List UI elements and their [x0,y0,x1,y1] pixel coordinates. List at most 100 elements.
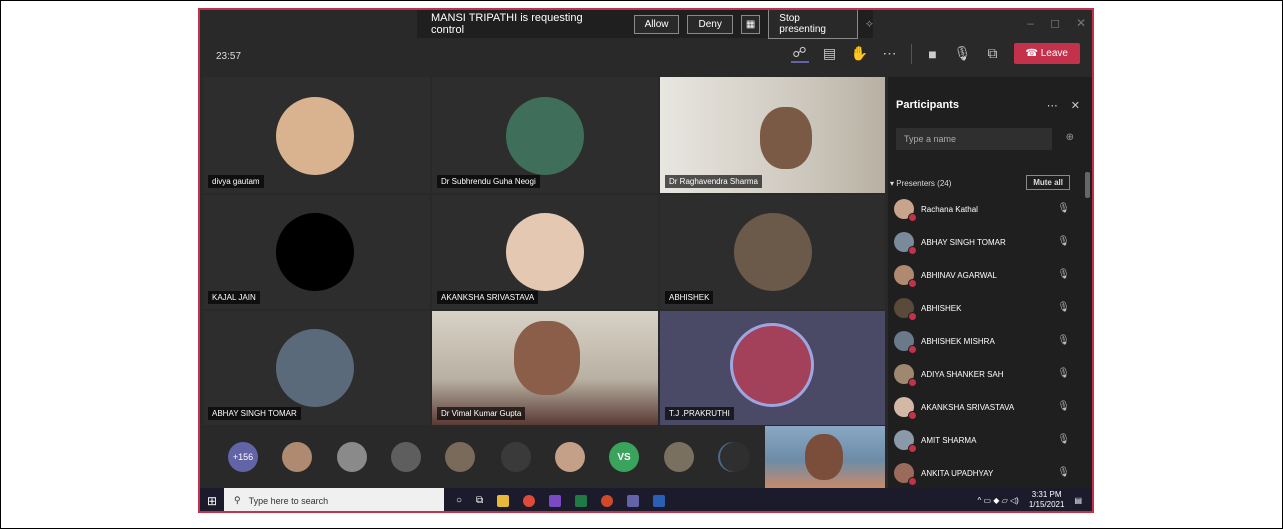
control-request-bar: MANSI TRIPATHI is requesting control All… [417,10,873,39]
raise-hand-icon[interactable]: ✋ [851,45,869,62]
participant-row[interactable]: ANKITA UPADHYAY 🎙 [894,463,1070,486]
participant-row[interactable]: ABHISHEK MISHRA 🎙 [894,331,1070,354]
avatar[interactable] [391,442,421,472]
mic-muted-icon: 🎙 [1057,434,1070,445]
avatar [506,97,584,175]
participants-icon[interactable]: ☍ [790,44,809,63]
notifications-icon[interactable]: ▤ [1074,496,1082,505]
status-dot [908,279,917,288]
excel-icon[interactable] [575,494,588,507]
search-icon: ⚲ [234,495,241,505]
avatar[interactable] [445,442,475,472]
participant-name: KAJAL JAIN [208,291,260,304]
participant-row[interactable]: AMIT SHARMA 🎙 [894,430,1070,453]
leave-label: Leave [1040,48,1068,59]
allow-button[interactable]: Allow [633,14,680,34]
close-panel-icon[interactable]: ✕ [1071,100,1080,112]
teams-window: MANSI TRIPATHI is requesting control All… [198,8,1094,513]
avatar[interactable] [664,442,694,472]
participant-row[interactable]: ADIYA SHANKER SAH 🎙 [894,364,1070,387]
video-tile[interactable]: ABHAY SINGH TOMAR [203,311,430,425]
participant-name: ABHISHEK MISHRA [921,337,995,346]
status-dot [908,312,917,321]
video-tile[interactable]: KAJAL JAIN [203,195,430,309]
windows-start-icon[interactable]: ⊞ [200,494,224,508]
participant-row[interactable]: ABHINAV AGARWAL 🎙 [894,265,1070,288]
system-tray: ^ ▭ ◆ ▱ ◁) 3:31 PM 1/15/2021 ▤ [978,490,1082,510]
avatar [276,329,354,407]
more-options-icon[interactable]: ⋯ [1047,100,1058,112]
share-invite-icon[interactable]: ⊕ [1066,132,1074,143]
chat-icon[interactable]: ▤ [821,45,839,62]
teams-icon[interactable] [627,494,640,507]
participant-name: ABHAY SINGH TOMAR [208,407,301,420]
participant-search-input[interactable]: Type a name [896,128,1052,150]
minimize-icon[interactable]: – [1027,16,1034,30]
meeting-toolbar: 23:57 ☍ ▤ ✋ ⋯ ■ 🎙 ⧉ ☎ Leave [200,38,1092,76]
participant-name: ABHISHEK [665,291,714,304]
video-tile[interactable]: Dr Subhrendu Guha Neogi [432,77,658,193]
task-view-icon[interactable]: ⧉ [476,495,483,506]
presenters-label[interactable]: ▾ Presenters (24) [890,179,951,188]
tray-icons[interactable]: ^ ▭ ◆ ▱ ◁) [978,496,1019,505]
video-tile[interactable]: Dr Vimal Kumar Gupta [432,311,658,425]
mic-muted-icon: 🎙 [1057,401,1070,412]
clock[interactable]: 3:31 PM 1/15/2021 [1029,490,1065,510]
file-explorer-icon[interactable] [497,494,510,507]
presenters-label-text: Presenters (24) [896,179,952,188]
mute-all-button[interactable]: Mute all [1026,175,1070,190]
participant-name: ABHISHEK [921,304,962,313]
more-actions-icon[interactable]: ⋯ [881,45,899,62]
status-dot [908,444,917,453]
participant-row[interactable]: AKANKSHA SRIVASTAVA 🎙 [894,397,1070,420]
video-tile[interactable]: Dr Raghavendra Sharma [660,77,885,193]
avatar[interactable] [555,442,585,472]
participant-row[interactable]: ABHISHEK 🎙 [894,298,1070,321]
avatar [276,213,354,291]
word-icon[interactable] [653,494,666,507]
avatar [514,321,580,395]
avatar [805,434,843,480]
more-participants-badge[interactable]: +156 [228,442,258,472]
avatar[interactable] [720,442,750,472]
share-tray-icon[interactable]: ⧉ [984,45,1002,62]
leave-button[interactable]: ☎ Leave [1013,43,1080,64]
participant-row[interactable]: ABHAY SINGH TOMAR 🎙 [894,232,1070,255]
status-dot [908,411,917,420]
mic-muted-icon[interactable]: 🎙 [954,45,972,62]
deny-button[interactable]: Deny [687,14,733,34]
windows-taskbar: ⊞ ⚲ Type here to search ○ ⧉ ^ ▭ ◆ ▱ ◁) 3… [200,488,1092,511]
chrome-icon[interactable] [523,494,536,507]
cortana-icon[interactable]: ○ [456,495,462,506]
avatar[interactable] [337,442,367,472]
status-dot [908,477,917,486]
participant-name: ABHAY SINGH TOMAR [921,238,1006,247]
mic-muted-icon: 🎙 [1057,335,1070,346]
avatar[interactable] [282,442,312,472]
mic-muted-icon: 🎙 [1057,269,1070,280]
video-grid: divya gautam Dr Subhrendu Guha Neogi Dr … [203,77,885,425]
maximize-icon[interactable]: ◻ [1050,16,1060,30]
avatar[interactable] [501,442,531,472]
collapse-icon[interactable]: ⟡ [866,18,873,31]
video-tile[interactable]: ABHISHEK [660,195,885,309]
initials-avatar[interactable]: VS [609,442,639,472]
video-tile[interactable]: AKANKSHA SRIVASTAVA [432,195,658,309]
powerpoint-icon[interactable] [601,494,614,507]
scrollbar[interactable] [1085,172,1090,198]
participants-panel: Participants ⋯ ✕ Type a name ⊕ ▾ Present… [888,77,1092,488]
video-tile[interactable]: T.J .PRAKRUTHI [660,311,885,425]
panel-title: Participants [896,99,959,111]
camera-icon[interactable]: ■ [924,46,942,62]
participant-row[interactable]: Rachana Kathal 🎙 [894,199,1070,222]
close-icon[interactable]: ✕ [1076,16,1086,30]
participant-name: ANKITA UPADHYAY [921,469,994,478]
taskbar-search-input[interactable]: ⚲ Type here to search [224,488,444,511]
status-dot [908,345,917,354]
self-view [765,426,885,488]
video-tile[interactable]: divya gautam [203,77,430,193]
share-control-icon[interactable]: ▦ [740,14,761,34]
app-icon[interactable] [549,494,562,507]
stop-presenting-button[interactable]: Stop presenting [768,10,858,39]
avatar [760,107,812,169]
